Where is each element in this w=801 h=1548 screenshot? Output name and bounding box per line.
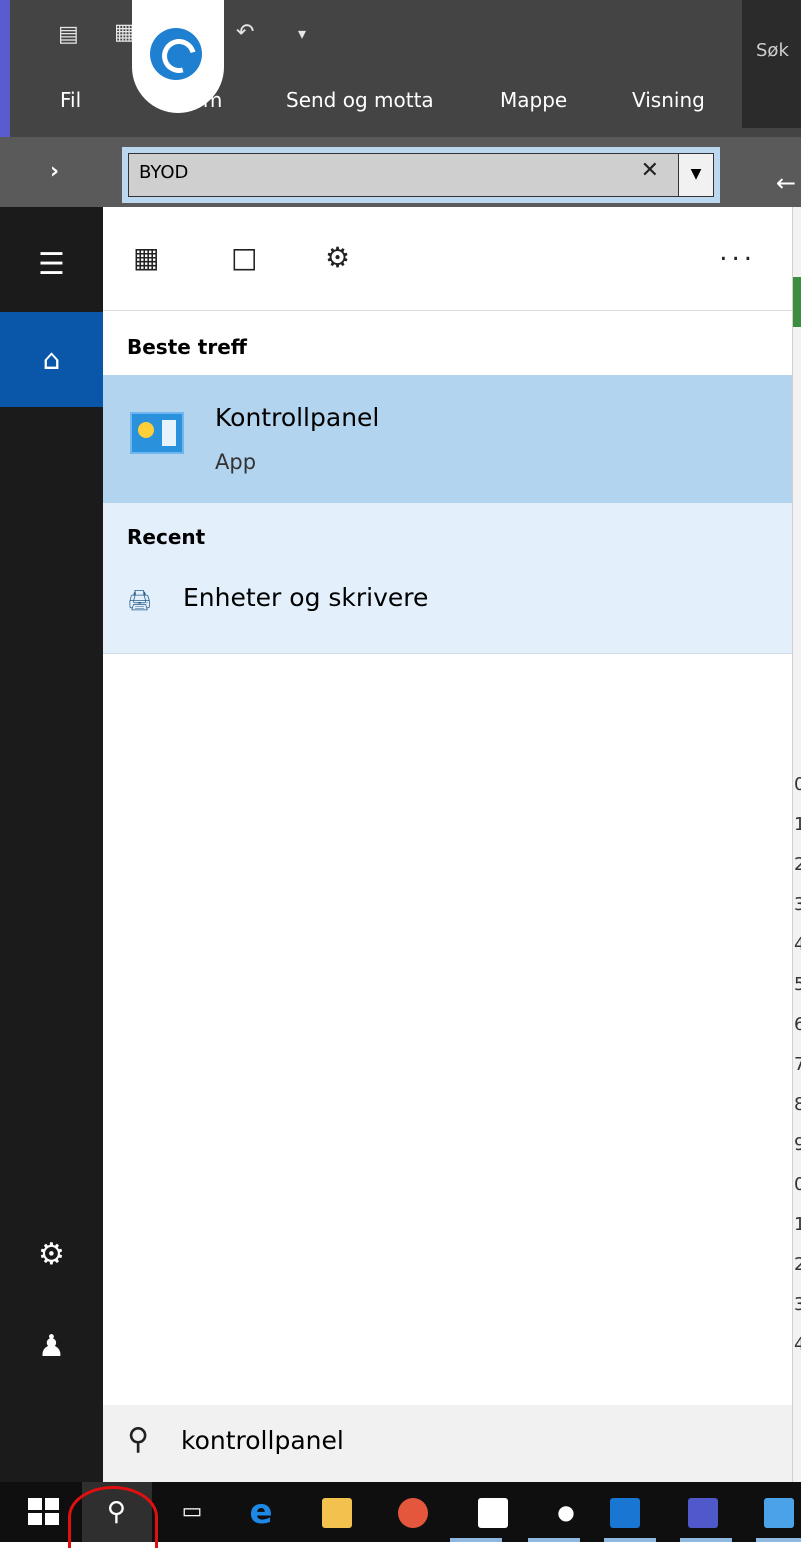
home-icon[interactable]: ⌂	[0, 312, 103, 407]
edge-digit: 4	[794, 934, 801, 955]
search-icon: ⚲	[127, 1422, 149, 1457]
best-match-subtitle: App	[215, 450, 257, 474]
control-panel-taskbar-icon[interactable]	[764, 1498, 794, 1528]
app-logo-bubble	[132, 0, 224, 113]
edge-digit: 3	[794, 1294, 801, 1315]
start-search-input[interactable]: kontrollpanel	[181, 1426, 344, 1455]
search-results-panel: ▦ □ ⚙ ... Beste treff Kontrollpanel App …	[103, 207, 792, 1482]
best-match-title: Kontrollpanel	[215, 403, 380, 432]
clear-search-icon[interactable]: ✕	[641, 158, 659, 183]
edge-digit: 9	[794, 1134, 801, 1155]
ribbon-tab-fil[interactable]: Fil	[60, 88, 81, 112]
expand-folder-pane-icon[interactable]: ›	[50, 159, 59, 184]
background-window-edge	[792, 207, 801, 1482]
settings-gear-icon[interactable]: ⚙	[0, 1207, 103, 1302]
chat-app-icon[interactable]: ●	[546, 1482, 586, 1542]
background-green-marker	[793, 277, 801, 327]
ribbon-search[interactable]: Søk	[742, 0, 801, 128]
search-highlight-ring	[68, 1486, 158, 1548]
ribbon-tab-send-og-motta[interactable]: Send og motta	[286, 88, 434, 112]
edge-digit: 8	[794, 1094, 801, 1115]
edge-browser-icon[interactable]: e	[236, 1482, 286, 1542]
search-scope-dropdown[interactable]: ▼	[678, 154, 713, 196]
active-app-indicator	[756, 1538, 801, 1542]
chat-logo-icon	[150, 28, 202, 80]
ribbon-tab-visning[interactable]: Visning	[632, 88, 705, 112]
reply-form-icon[interactable]: ▤	[58, 22, 79, 47]
ribbon-tab-mappe[interactable]: Mappe	[500, 88, 567, 112]
edge-digit: 7	[794, 1054, 801, 1075]
outlook-search-field[interactable]: BYOD ✕ ▼	[122, 147, 720, 203]
best-match-result[interactable]: Kontrollpanel App	[103, 375, 792, 503]
teams-icon[interactable]	[688, 1498, 718, 1528]
apps-filter-icon[interactable]: ▦	[133, 241, 159, 274]
chrome-icon[interactable]	[398, 1498, 428, 1528]
edge-digit: 3	[794, 894, 801, 915]
control-panel-icon	[130, 412, 184, 454]
edge-digit: 2	[794, 854, 801, 875]
devices-printers-icon: 🖨	[127, 588, 153, 612]
more-options-icon[interactable]: ...	[719, 237, 756, 267]
recent-item[interactable]: 🖨 Enheter og skrivere	[103, 575, 792, 637]
recent-heading: Recent	[127, 525, 206, 549]
documents-filter-icon[interactable]: □	[231, 241, 257, 274]
edge-digit: 0	[794, 774, 801, 795]
edge-digit: 5	[794, 974, 801, 995]
file-explorer-icon[interactable]	[322, 1498, 352, 1528]
hamburger-menu-icon[interactable]: ☰	[0, 217, 103, 312]
recent-item-label: Enheter og skrivere	[183, 583, 429, 612]
edge-digit: 0	[794, 1174, 801, 1195]
edge-digit: 1	[794, 1214, 801, 1235]
outlook-icon[interactable]	[610, 1498, 640, 1528]
outlook-search-value: BYOD	[139, 162, 189, 183]
active-app-indicator	[450, 1538, 502, 1542]
task-view-icon[interactable]: ▭	[162, 1482, 222, 1542]
window-edge	[0, 0, 10, 137]
settings-filter-icon[interactable]: ⚙	[325, 241, 350, 274]
customize-toolbar-icon[interactable]: ▾	[298, 24, 306, 43]
windows-start-icon[interactable]	[28, 1498, 60, 1526]
active-app-indicator	[680, 1538, 732, 1542]
start-search-box[interactable]: ⚲ kontrollpanel	[103, 1405, 792, 1482]
sticky-notes-icon[interactable]	[478, 1498, 508, 1528]
search-filter-toolbar: ▦ □ ⚙ ...	[103, 207, 792, 311]
start-menu-rail: ☰ ⌂ ⚙ ♟	[0, 207, 103, 1482]
edge-digit: 4	[794, 1334, 801, 1355]
recent-section: Recent 🖨 Enheter og skrivere	[103, 503, 792, 654]
edge-digit: 6	[794, 1014, 801, 1035]
best-match-heading: Beste treff	[127, 335, 247, 359]
outlook-window-header: ▤ ▦ ↶ ▾ Fil Hjem Send og motta Mappe Vis…	[0, 0, 801, 137]
back-arrow-icon[interactable]: ←	[776, 169, 796, 197]
edge-digit: 2	[794, 1254, 801, 1275]
edge-digit: 1	[794, 814, 801, 835]
undo-icon[interactable]: ↶	[236, 20, 254, 45]
ribbon-search-label: Søk	[756, 40, 789, 61]
active-app-indicator	[604, 1538, 656, 1542]
active-app-indicator	[528, 1538, 580, 1542]
user-account-icon[interactable]: ♟	[0, 1299, 103, 1394]
